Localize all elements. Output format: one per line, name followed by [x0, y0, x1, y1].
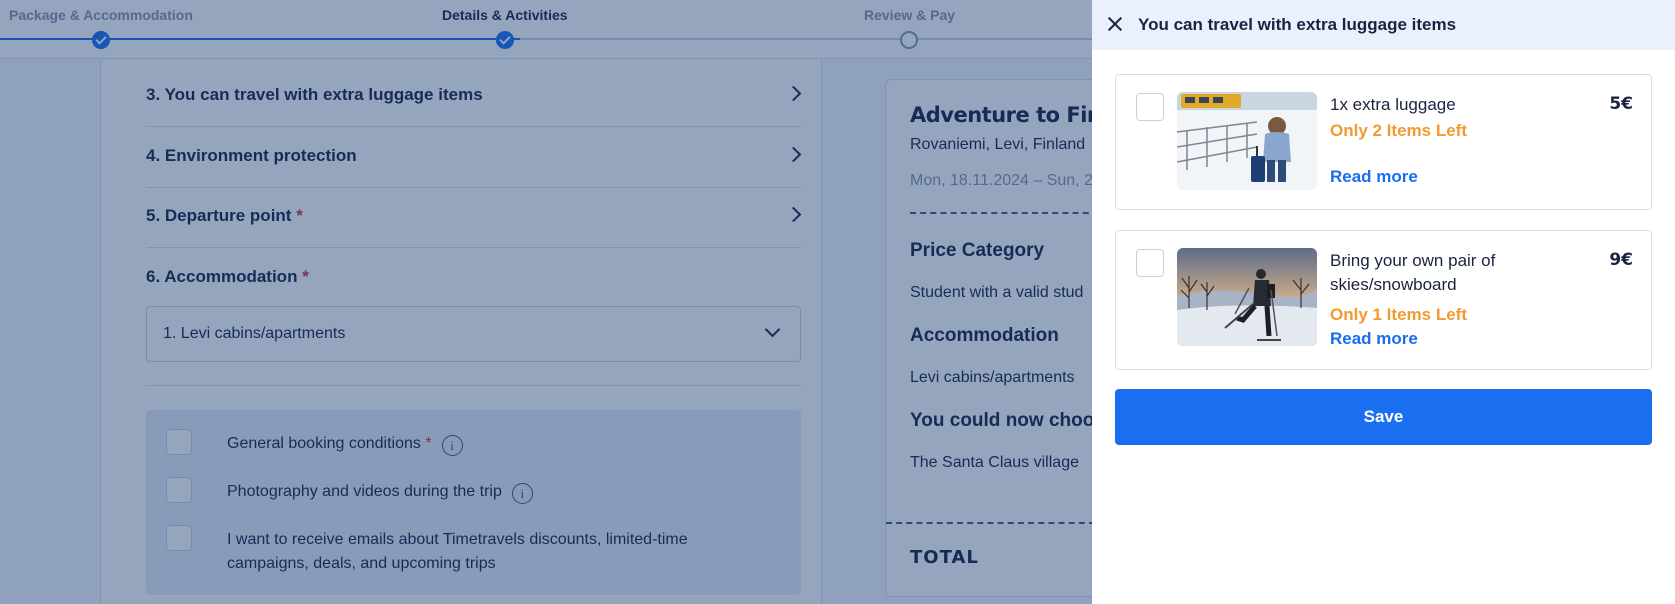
- item-name: 1x extra luggage: [1330, 95, 1456, 114]
- save-button[interactable]: Save: [1115, 389, 1652, 445]
- extra-luggage-drawer: You can travel with extra luggage items: [1092, 0, 1675, 604]
- read-more-link[interactable]: Read more: [1330, 329, 1418, 349]
- modal-backdrop[interactable]: [0, 0, 1092, 604]
- luggage-item-card: Bring your own pair of skies/snowboard O…: [1115, 230, 1652, 370]
- drawer-title: You can travel with extra luggage items: [1138, 15, 1457, 34]
- item-name: Bring your own pair of skies/snowboard: [1330, 251, 1496, 294]
- traveler-with-suitcase-image: [1177, 92, 1317, 190]
- item-checkbox[interactable]: [1136, 249, 1164, 277]
- stock-warning: Only 2 Items Left: [1330, 121, 1467, 140]
- traveler-with-suitcase-image: [1177, 92, 1317, 190]
- item-checkbox[interactable]: [1136, 93, 1164, 121]
- drawer-header: You can travel with extra luggage items: [1092, 0, 1675, 50]
- skier-image: [1177, 248, 1317, 346]
- skier-image: [1177, 248, 1317, 346]
- item-price: 9€: [1609, 250, 1633, 270]
- stock-warning: Only 1 Items Left: [1330, 305, 1467, 324]
- read-more-link[interactable]: Read more: [1330, 167, 1418, 187]
- item-price: 5€: [1609, 94, 1633, 114]
- luggage-item-card: 1x extra luggage Only 2 Items Left Read …: [1115, 74, 1652, 210]
- close-icon[interactable]: [1106, 15, 1124, 33]
